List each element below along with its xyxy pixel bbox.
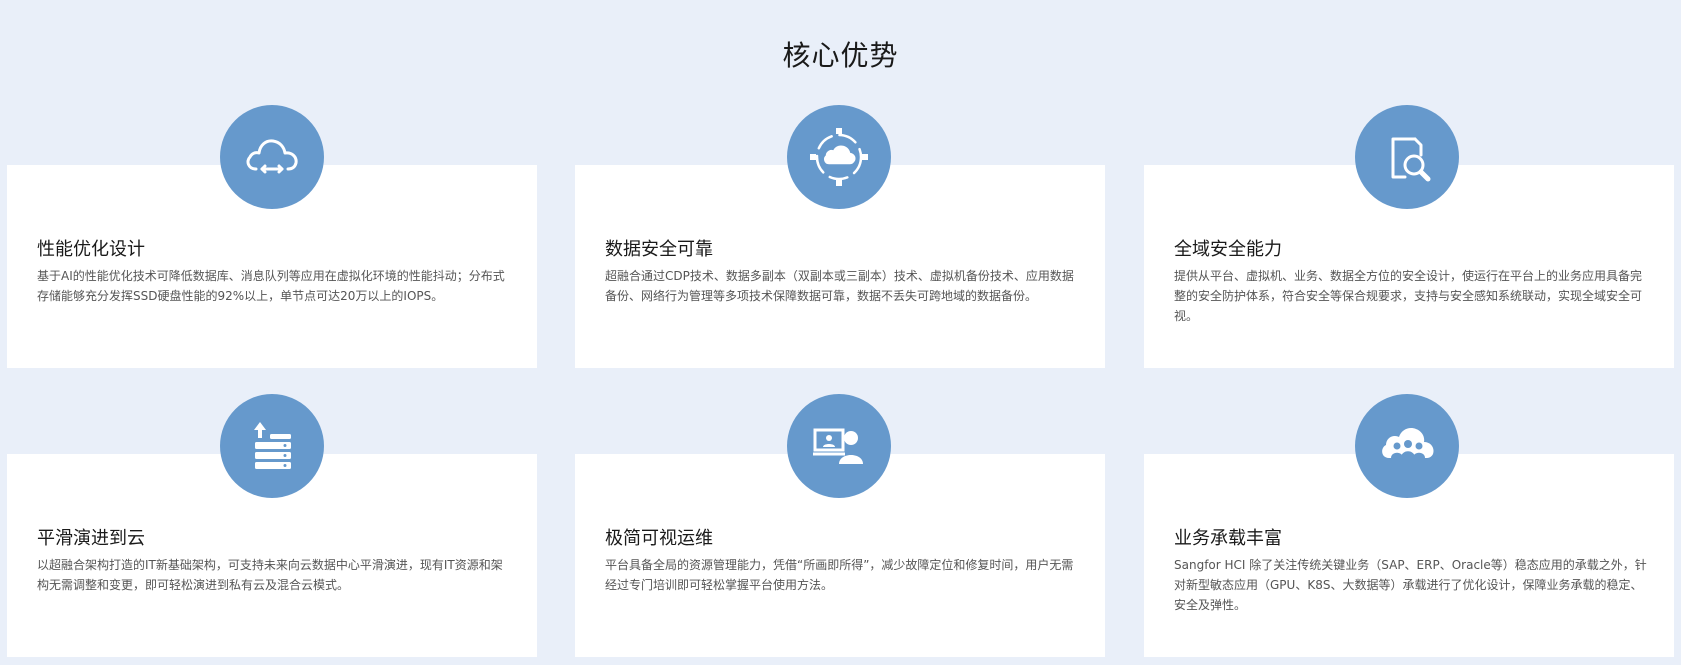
section-title: 核心优势	[782, 39, 899, 72]
document-search-icon	[1355, 105, 1459, 209]
advantages-grid: 性能优化设计 基于AI的性能优化技术可降低数据库、消息队列等应用在虚拟化环境的性…	[7, 105, 1674, 661]
card-title: 全域安全能力	[1174, 239, 1282, 260]
advantages-section: 核心优势 性能优化设计 基于AI的性能优化技术可降低数据库、消息队列等应用在虚拟…	[0, 0, 1681, 665]
card-title: 业务承载丰富	[1174, 528, 1282, 549]
card-title: 性能优化设计	[37, 239, 145, 260]
card-title: 平滑演进到云	[37, 528, 145, 549]
card-description: 提供从平台、虚拟机、业务、数据全方位的安全设计，使运行在平台上的业务应用具备完整…	[1174, 269, 1643, 323]
cloud-users-icon	[1355, 394, 1459, 498]
card-title: 极简可视运维	[605, 528, 713, 549]
card-description: 平台具备全局的资源管理能力，凭借“所画即所得”，减少故障定位和修复时间，用户无需…	[605, 558, 1074, 592]
card-description: Sangfor HCI 除了关注传统关键业务（SAP、ERP、Oracle等）稳…	[1174, 558, 1647, 612]
monitor-user-icon	[787, 394, 891, 498]
card-title: 数据安全可靠	[605, 239, 713, 260]
server-upload-icon	[220, 394, 324, 498]
cloud-sync-icon	[220, 105, 324, 209]
card-description: 以超融合架构打造的IT新基础架构，可支持未来向云数据中心平滑演进，现有IT资源和…	[37, 558, 503, 592]
card-description: 超融合通过CDP技术、数据多副本（双副本或三副本）技术、虚拟机备份技术、应用数据…	[605, 269, 1074, 303]
cloud-network-icon	[787, 105, 891, 209]
card-description: 基于AI的性能优化技术可降低数据库、消息队列等应用在虚拟化环境的性能抖动；分布式…	[37, 269, 505, 303]
